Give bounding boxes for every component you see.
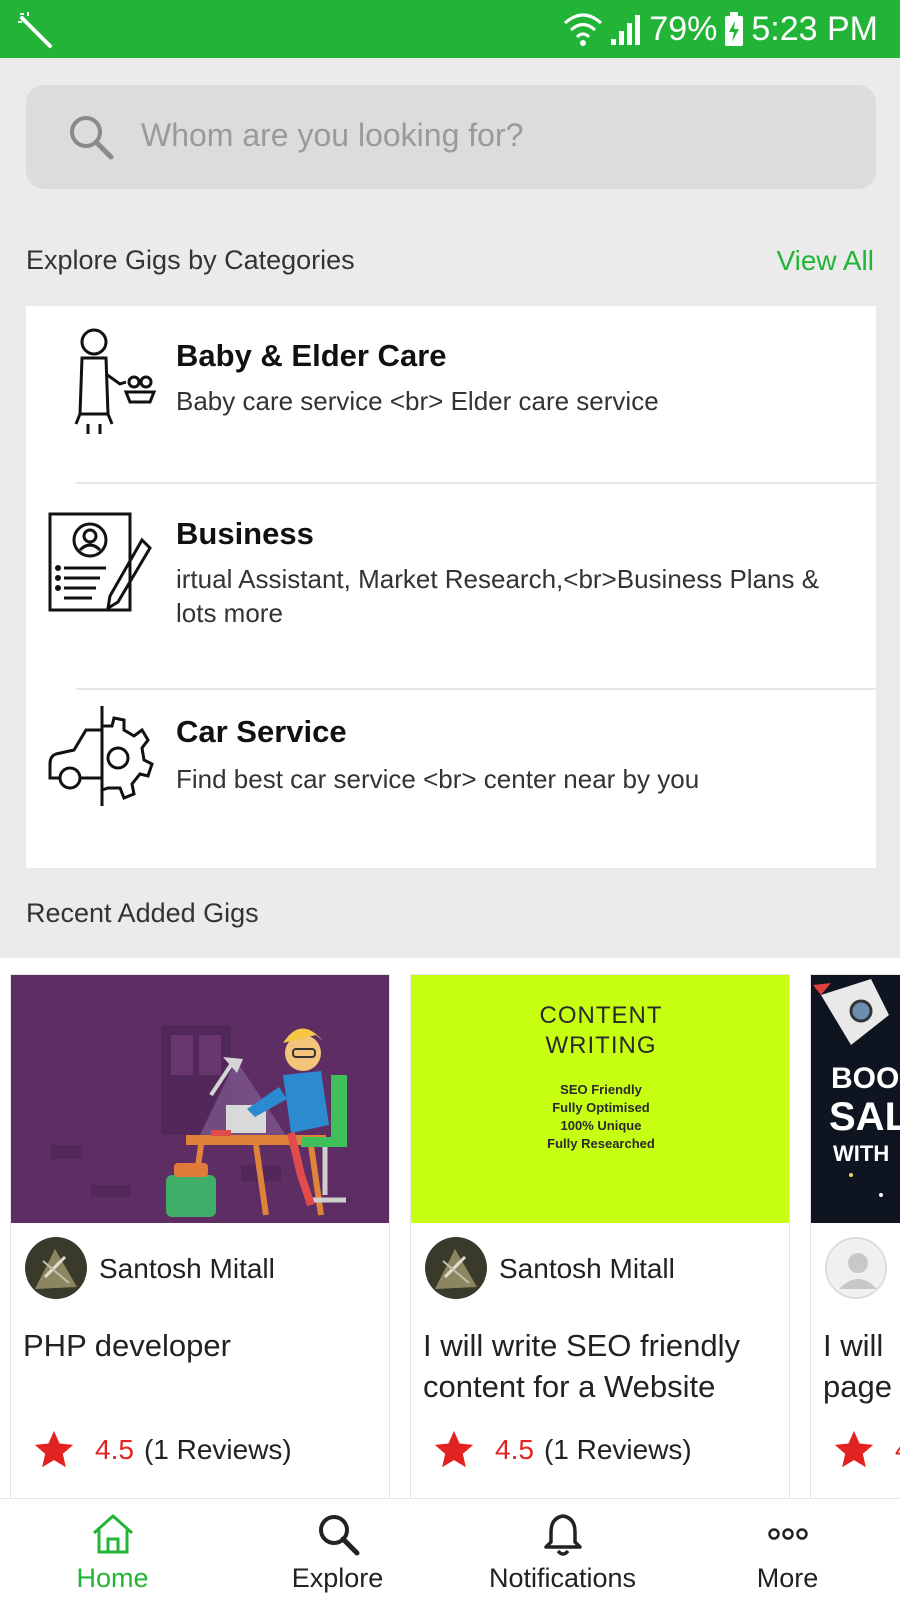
baby-elder-care-icon (74, 328, 156, 434)
view-all-link[interactable]: View All (776, 245, 874, 277)
avatar (25, 1237, 87, 1299)
gig-title: PHP developer (23, 1328, 231, 1363)
search-placeholder: Whom are you looking for? (141, 117, 524, 153)
star-icon (434, 1430, 474, 1468)
categories-heading: Explore Gigs by Categories (26, 245, 355, 275)
gig-card[interactable]: Santosh Mitall PHP developer 4.5 (1 Revi… (10, 974, 390, 1498)
divider (76, 688, 876, 690)
category-description: irtual Assistant, Market Research,<br>Bu… (176, 564, 820, 628)
thumb-heading-1: CONTENT (539, 1002, 663, 1029)
gig-author: Santosh Mitall (99, 1253, 275, 1284)
category-item-car-service[interactable]: Car Service Find best car service <br> c… (26, 692, 876, 868)
rating-value: 4.5 (95, 1434, 134, 1465)
gig-rating: 4.5 (1 Reviews) (31, 1427, 292, 1473)
search-icon (319, 1515, 360, 1556)
nav-label: More (756, 1563, 819, 1593)
category-name: Business (176, 516, 314, 551)
recent-gigs-heading: Recent Added Gigs (26, 898, 259, 928)
nav-label: Home (76, 1563, 149, 1593)
gig-thumbnail (11, 975, 389, 1223)
car-service-icon (48, 706, 154, 806)
bottom-navigation: Home Explore Notifications More (0, 1498, 900, 1600)
more-dots-icon (768, 1528, 808, 1540)
thumb-text: WITH (833, 1141, 890, 1166)
business-icon (48, 512, 152, 612)
nav-more[interactable]: More (675, 1499, 900, 1600)
search-icon (70, 116, 114, 160)
home-icon (92, 1514, 134, 1554)
nav-label: Notifications (488, 1563, 637, 1593)
nav-notifications[interactable]: Notifications (450, 1499, 675, 1600)
thumb-heading-2: WRITING (545, 1032, 657, 1059)
avatar (425, 1237, 487, 1299)
gig-thumbnail: CONTENT WRITING SEO Friendly Fully Optim… (411, 975, 789, 1223)
gig-author: Santosh Mitall (499, 1253, 675, 1284)
thumb-line: SEO Friendly (560, 1082, 642, 1097)
bell-icon (544, 1514, 582, 1556)
thumb-text: SAL (829, 1095, 900, 1139)
battery-charging-icon (725, 12, 744, 46)
search-input[interactable]: Whom are you looking for? (26, 85, 876, 189)
gig-title: I will write SEO friendly content for a … (423, 1328, 740, 1404)
thumb-line: Fully Researched (547, 1136, 655, 1151)
category-list: Baby & Elder Care Baby care service <br>… (26, 306, 876, 868)
battery-percent: 79% (649, 9, 718, 48)
gig-title-line: I will (823, 1328, 884, 1363)
wifi-icon (564, 13, 603, 46)
star-icon (834, 1430, 874, 1468)
gig-rating: 4.5 (1 Reviews) (431, 1427, 692, 1473)
gig-title-line: page (823, 1369, 892, 1404)
category-description: Baby care service <br> Elder care servic… (176, 386, 659, 416)
gig-card[interactable]: CONTENT WRITING SEO Friendly Fully Optim… (410, 974, 790, 1498)
star-icon (34, 1430, 74, 1468)
thumb-line: Fully Optimised (552, 1100, 650, 1115)
magic-wand-icon (18, 12, 52, 48)
nav-explore[interactable]: Explore (225, 1499, 450, 1600)
review-count: (1 Reviews) (143, 1434, 292, 1465)
divider (76, 482, 876, 484)
gig-title: I will page (823, 1325, 900, 1407)
category-item-business[interactable]: Business irtual Assistant, Market Resear… (26, 486, 876, 682)
avatar-placeholder (825, 1237, 887, 1299)
category-item-baby-elder-care[interactable]: Baby & Elder Care Baby care service <br>… (26, 306, 876, 474)
category-name: Car Service (176, 714, 347, 749)
review-count: (1 Reviews) (543, 1434, 692, 1465)
nav-label: Explore (291, 1563, 384, 1593)
gig-card[interactable]: BOO SAL WITH I will page 4 (810, 974, 900, 1498)
gig-rating: 4 (831, 1427, 900, 1473)
rating-value: 4 (895, 1434, 900, 1466)
gig-thumbnail: BOO SAL WITH (811, 975, 900, 1223)
category-description: Find best car service <br> center near b… (176, 764, 700, 794)
signal-icon (611, 15, 641, 45)
thumb-line: 100% Unique (560, 1118, 642, 1133)
rating-value: 4.5 (495, 1434, 534, 1465)
developer-illustration (51, 1025, 347, 1217)
clock: 5:23 PM (751, 9, 878, 48)
status-bar: 79% 5:23 PM (0, 0, 900, 58)
category-name: Baby & Elder Care (176, 338, 447, 373)
thumb-text: BOO (831, 1062, 900, 1095)
nav-home[interactable]: Home (0, 1499, 225, 1600)
recent-gigs-carousel[interactable]: Santosh Mitall PHP developer 4.5 (1 Revi… (0, 958, 900, 1498)
